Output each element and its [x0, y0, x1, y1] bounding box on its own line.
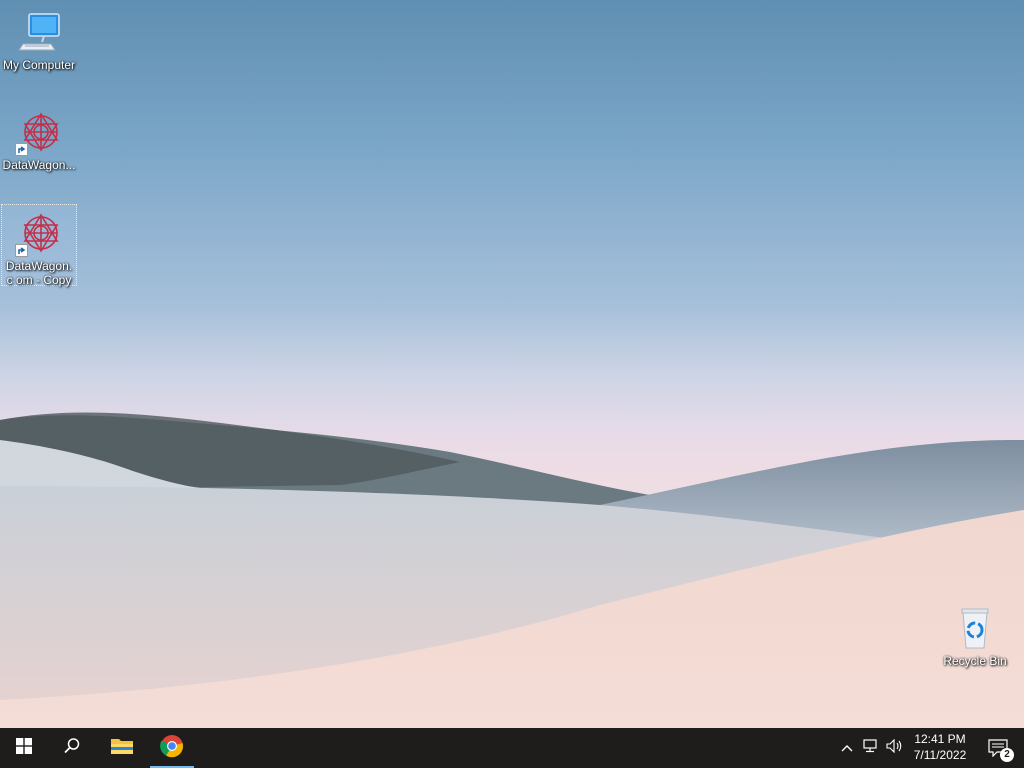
search-button[interactable] [48, 728, 96, 768]
windows-icon [16, 737, 32, 759]
desktop-icon-label: Recycle Bin [943, 654, 1007, 668]
file-explorer-button[interactable] [98, 728, 146, 768]
desktop-icon-recycle-bin[interactable]: Recycle Bin [937, 600, 1013, 670]
volume-icon [886, 738, 904, 758]
chrome-icon [160, 734, 184, 763]
desktop-icon-datawagon-copy[interactable]: DataWagon.c om - Copy [1, 204, 77, 287]
action-center-button[interactable]: 2 [978, 728, 1018, 768]
folder-icon [110, 736, 134, 761]
datawagon-icon [15, 209, 63, 257]
volume-button[interactable] [884, 728, 906, 768]
recycle-bin-icon [951, 604, 999, 652]
desktop-icon-label: My Computer [2, 58, 76, 72]
network-icon [863, 738, 879, 758]
shortcut-arrow-icon [15, 143, 28, 156]
taskbar: 12:41 PM 7/11/2022 2 [0, 728, 1024, 768]
desktop[interactable]: My Computer DataWagon... DataWagon.c om … [0, 0, 1024, 728]
start-button[interactable] [0, 728, 48, 768]
clock-time: 12:41 PM [914, 732, 966, 746]
wallpaper [0, 412, 1024, 728]
clock-date: 7/11/2022 [913, 748, 967, 762]
desktop-icon-label: DataWagon.c om - Copy [5, 259, 73, 287]
shortcut-arrow-icon [15, 244, 28, 257]
show-hidden-icons-button[interactable] [836, 728, 858, 768]
computer-icon [15, 8, 63, 56]
chrome-button[interactable] [148, 728, 196, 768]
chevron-up-icon [841, 739, 853, 757]
datawagon-icon [15, 108, 63, 156]
desktop-icon-label: DataWagon... [2, 158, 76, 172]
notification-badge: 2 [1000, 748, 1014, 762]
desktop-icon-my-computer[interactable]: My Computer [1, 4, 77, 76]
clock[interactable]: 12:41 PM 7/11/2022 [906, 728, 974, 768]
search-icon [63, 737, 81, 760]
desktop-icon-datawagon[interactable]: DataWagon... [1, 104, 77, 176]
network-button[interactable] [860, 728, 882, 768]
